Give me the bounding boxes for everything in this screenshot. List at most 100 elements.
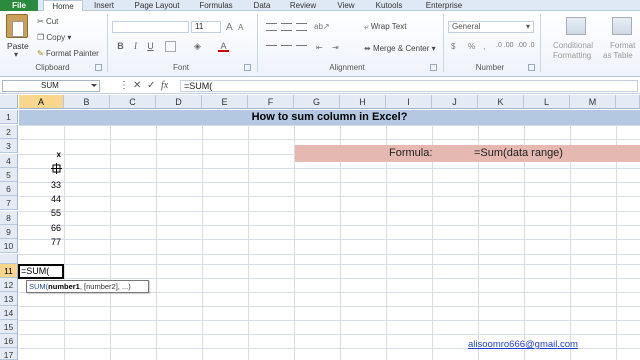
increase-indent-icon[interactable]: ⇥ bbox=[332, 43, 339, 52]
name-box-dropdown-icon[interactable] bbox=[91, 84, 97, 87]
number-launcher-icon[interactable] bbox=[528, 64, 535, 71]
tab-review[interactable]: Review bbox=[285, 0, 321, 11]
tab-page-layout[interactable]: Page Layout bbox=[128, 0, 186, 11]
column-header-e[interactable]: E bbox=[202, 95, 248, 109]
shrink-font-button[interactable]: A bbox=[238, 23, 243, 32]
underline-button[interactable]: U bbox=[145, 41, 156, 52]
row-header-14[interactable]: 14 bbox=[0, 306, 18, 321]
row-header-11[interactable]: 11 bbox=[0, 264, 18, 279]
tab-enterprise[interactable]: Enterprise bbox=[418, 0, 470, 11]
sheet-title[interactable]: How to sum column in Excel? bbox=[19, 110, 640, 125]
row-header-1[interactable]: 1 bbox=[0, 110, 18, 125]
row-header-9[interactable]: 9 bbox=[0, 225, 18, 240]
row-header-7[interactable]: 7 bbox=[0, 196, 18, 211]
merge-center-button[interactable]: ⬌ Merge & Center ▾ bbox=[364, 44, 436, 53]
format-as-table-icon[interactable] bbox=[612, 17, 632, 35]
paste-dropdown-icon[interactable]: ▾ bbox=[14, 50, 18, 59]
column-header-partial[interactable] bbox=[616, 95, 640, 109]
copy-dropdown-icon[interactable]: ▾ bbox=[67, 33, 71, 42]
decrease-decimal-button[interactable]: .00 .0 bbox=[517, 42, 535, 49]
clipboard-launcher-icon[interactable] bbox=[95, 64, 102, 71]
column-header-k[interactable]: K bbox=[478, 95, 524, 109]
percent-button[interactable]: % bbox=[468, 42, 475, 51]
column-header-g[interactable]: G bbox=[294, 95, 340, 109]
row-header-12[interactable]: 12 bbox=[0, 278, 18, 293]
conditional-formatting-icon[interactable] bbox=[566, 17, 586, 35]
align-top-icon[interactable] bbox=[266, 23, 277, 31]
row-header-17[interactable]: 17 bbox=[0, 348, 18, 360]
cell-a5[interactable]: 33 bbox=[19, 178, 63, 192]
orientation-icon[interactable]: ab↗ bbox=[314, 22, 330, 31]
column-header-d[interactable]: D bbox=[156, 95, 202, 109]
italic-button[interactable]: I bbox=[130, 41, 141, 52]
column-header-l[interactable]: L bbox=[524, 95, 570, 109]
format-as-table-label[interactable]: Format bbox=[610, 41, 635, 50]
column-header-i[interactable]: I bbox=[386, 95, 432, 109]
enter-icon[interactable]: ✓ bbox=[147, 80, 155, 92]
grow-font-button[interactable]: A bbox=[226, 22, 233, 33]
borders-icon[interactable] bbox=[165, 41, 176, 52]
row-header-5[interactable]: 5 bbox=[0, 168, 18, 183]
name-box[interactable]: SUM bbox=[2, 80, 100, 92]
align-left-icon[interactable] bbox=[266, 45, 277, 53]
font-color-button[interactable]: A bbox=[218, 41, 229, 52]
row-header-10[interactable]: 10 bbox=[0, 239, 18, 254]
align-right-icon[interactable] bbox=[296, 45, 307, 53]
font-name-select[interactable] bbox=[112, 21, 189, 33]
fill-color-icon[interactable]: ◈ bbox=[192, 41, 203, 52]
font-launcher-icon[interactable] bbox=[244, 64, 251, 71]
cell-a8[interactable]: 66 bbox=[19, 221, 63, 235]
merge-dropdown-icon[interactable]: ▾ bbox=[432, 44, 436, 53]
decrease-indent-icon[interactable]: ⇤ bbox=[316, 43, 323, 52]
align-bottom-icon[interactable] bbox=[296, 23, 307, 31]
conditional-formatting-label-2[interactable]: Formatting bbox=[553, 51, 591, 60]
row-header-4[interactable]: 4 bbox=[0, 154, 18, 169]
function-tooltip[interactable]: SUM(number1, [number2], ...) bbox=[26, 280, 149, 293]
select-all-button[interactable] bbox=[0, 95, 18, 109]
cell-a7[interactable]: 55 bbox=[19, 206, 63, 220]
row-header-3[interactable]: 3 bbox=[0, 139, 18, 154]
tooltip-function-name[interactable]: SUM( bbox=[29, 282, 48, 291]
tab-file[interactable]: File bbox=[0, 0, 38, 11]
font-size-select[interactable]: 11 bbox=[191, 21, 221, 33]
tab-data[interactable]: Data bbox=[247, 0, 277, 11]
row-header-2[interactable]: 2 bbox=[0, 125, 18, 140]
formula-input[interactable]: =SUM( bbox=[180, 80, 638, 92]
column-header-m[interactable]: M bbox=[570, 95, 616, 109]
increase-decimal-button[interactable]: .0 .00 bbox=[496, 42, 514, 49]
bold-button[interactable]: B bbox=[115, 41, 126, 52]
conditional-formatting-label[interactable]: Conditional bbox=[553, 41, 593, 50]
tab-kutools[interactable]: Kutools bbox=[369, 0, 409, 11]
active-cell-a11[interactable]: =SUM( bbox=[18, 264, 64, 279]
row-header-6[interactable]: 6 bbox=[0, 182, 18, 197]
wrap-text-button[interactable]: ⤶ Wrap Text bbox=[364, 22, 406, 32]
row-header-8[interactable]: 8 bbox=[0, 211, 18, 226]
cell-a9[interactable]: 77 bbox=[19, 235, 63, 249]
align-center-icon[interactable] bbox=[281, 45, 292, 53]
row-header-15[interactable]: 15 bbox=[0, 320, 18, 335]
cut-button[interactable]: ✂ Cut bbox=[37, 17, 58, 26]
paste-icon[interactable] bbox=[6, 14, 28, 38]
formula-label-cell[interactable]: Formula: bbox=[389, 146, 432, 161]
column-header-a[interactable]: A bbox=[19, 95, 64, 109]
insert-function-icon[interactable]: fx bbox=[161, 80, 168, 92]
formula-text-cell[interactable]: =Sum(data range) bbox=[474, 146, 563, 161]
cancel-icon[interactable]: ✕ bbox=[133, 80, 141, 92]
tab-formulas[interactable]: Formulas bbox=[194, 0, 238, 11]
comma-button[interactable]: , bbox=[483, 42, 485, 51]
cell-a3[interactable]: x bbox=[19, 148, 63, 162]
currency-button[interactable]: $ bbox=[451, 42, 455, 51]
column-header-h[interactable]: H bbox=[340, 95, 386, 109]
align-middle-icon[interactable] bbox=[281, 23, 292, 31]
column-header-c[interactable]: C bbox=[110, 95, 156, 109]
column-header-f[interactable]: F bbox=[248, 95, 294, 109]
row-header-16[interactable]: 16 bbox=[0, 334, 18, 349]
number-format-select[interactable]: General ▾ bbox=[448, 21, 534, 33]
tab-view[interactable]: View bbox=[331, 0, 361, 11]
row-header-13[interactable]: 13 bbox=[0, 292, 18, 307]
format-as-table-label-2[interactable]: as Table bbox=[603, 51, 633, 60]
copy-button[interactable]: ❐ Copy ▾ bbox=[37, 33, 71, 42]
alignment-launcher-icon[interactable] bbox=[430, 64, 437, 71]
format-painter-button[interactable]: ✎ Format Painter bbox=[37, 49, 99, 58]
email-link[interactable]: alisoomro666@gmail.com bbox=[468, 339, 578, 351]
